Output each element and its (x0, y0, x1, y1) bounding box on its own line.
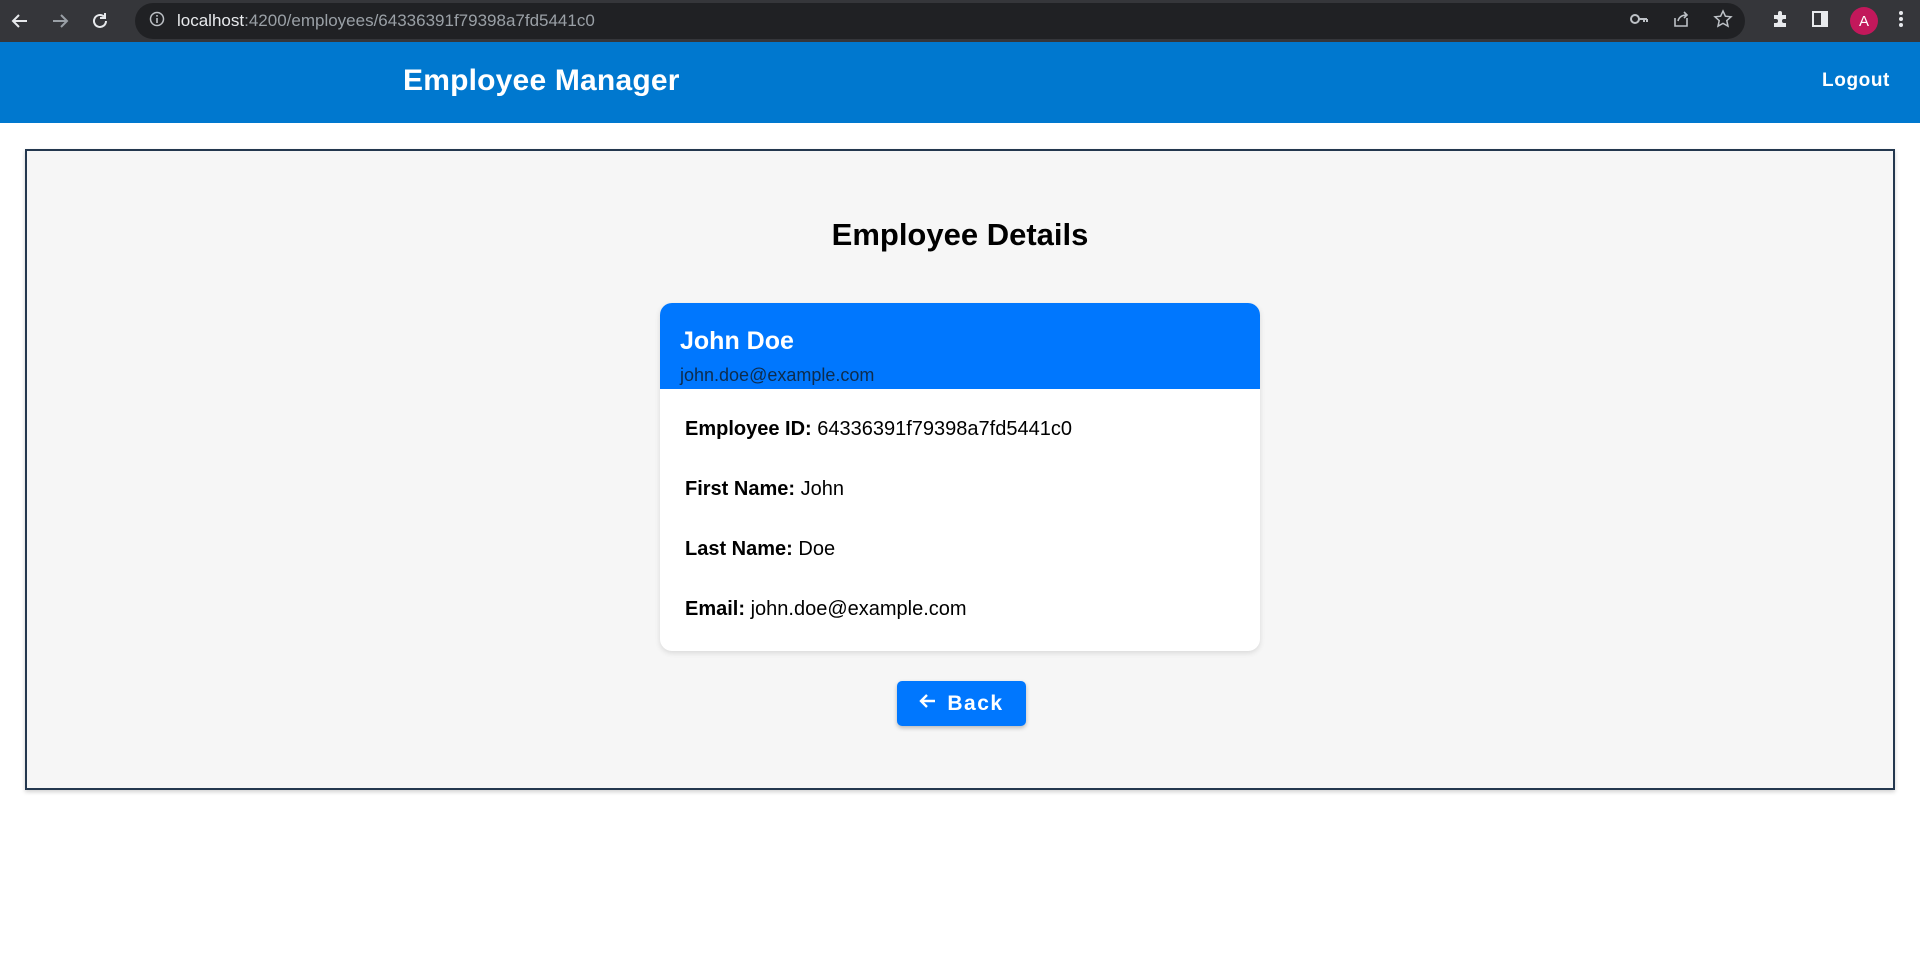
field-value: 64336391f79398a7fd5441c0 (817, 418, 1072, 440)
back-icon (10, 11, 30, 31)
address-bar[interactable]: localhost:4200/employees/64336391f79398a… (135, 3, 1745, 39)
share-icon[interactable] (1671, 9, 1691, 34)
key-icon[interactable] (1629, 9, 1649, 34)
star-icon[interactable] (1713, 8, 1733, 34)
profile-avatar[interactable]: A (1850, 7, 1878, 35)
arrow-left-icon (919, 692, 937, 716)
browser-forward-button[interactable] (40, 0, 80, 42)
logout-button[interactable]: Logout (1822, 70, 1890, 92)
url-host: localhost (177, 11, 245, 30)
employee-email-subtitle: john.doe@example.com (680, 365, 875, 385)
field-value: Doe (798, 538, 836, 560)
field-employee-id: Employee ID: 64336391f79398a7fd5441c0 (685, 418, 1235, 478)
browser-back-button[interactable] (0, 0, 40, 42)
field-value: john.doe@example.com (750, 598, 967, 620)
card-body: Employee ID: 64336391f79398a7fd5441c0 Fi… (660, 389, 1260, 651)
forward-icon (50, 11, 70, 31)
field-label: Employee ID: (685, 418, 812, 440)
field-value: John (800, 478, 844, 500)
field-label: Email: (685, 598, 746, 620)
back-button-label: Back (947, 691, 1004, 715)
employee-card: John Doe john.doe@example.com Employee I… (660, 303, 1260, 651)
page-title: Employee Details (831, 217, 1089, 252)
field-email: Email: john.doe@example.com (685, 598, 1235, 651)
field-first-name: First Name: John (685, 478, 1235, 538)
info-icon[interactable] (149, 11, 165, 32)
field-label: Last Name: (685, 538, 793, 560)
app-header: Employee Manager Logout (0, 42, 1920, 123)
url-path: :4200/employees/64336391f79398a7fd5441c0 (244, 11, 595, 30)
employee-name: John Doe (680, 327, 794, 355)
content-panel: Employee Details John Doe john.doe@examp… (25, 149, 1895, 790)
browser-actions: A (1770, 0, 1920, 42)
app-title[interactable]: Employee Manager (403, 64, 680, 98)
reload-icon (90, 11, 110, 31)
field-last-name: Last Name: Doe (685, 538, 1235, 598)
back-button[interactable]: Back (897, 681, 1026, 726)
side-panel-icon[interactable] (1810, 9, 1830, 34)
card-header: John Doe john.doe@example.com (660, 303, 1260, 389)
menu-icon[interactable] (1898, 9, 1904, 34)
field-label: First Name: (685, 478, 796, 500)
browser-toolbar: localhost:4200/employees/64336391f79398a… (0, 0, 1920, 42)
extensions-icon[interactable] (1770, 9, 1790, 34)
browser-reload-button[interactable] (80, 0, 120, 42)
